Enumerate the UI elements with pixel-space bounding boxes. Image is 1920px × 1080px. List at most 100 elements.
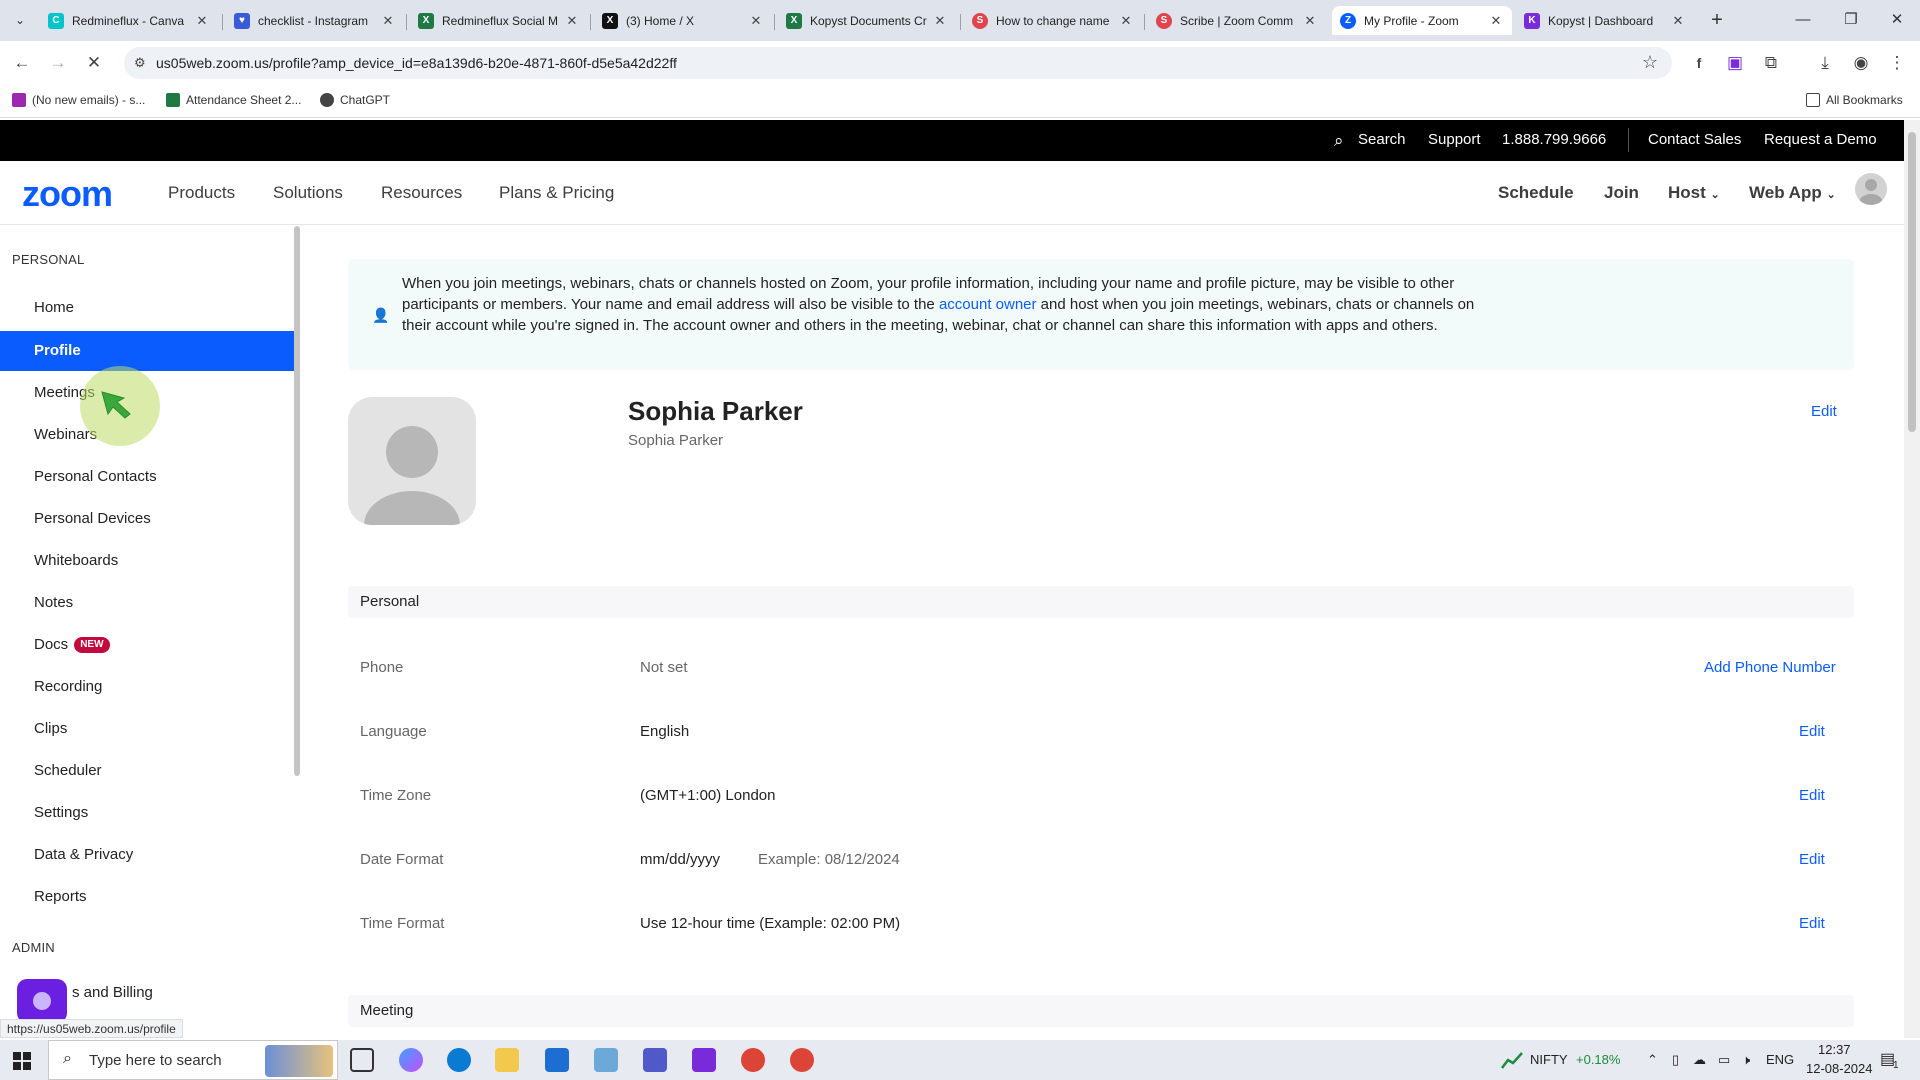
edit-language-button[interactable]: Edit <box>1799 723 1825 740</box>
minimize-icon[interactable]: — <box>1780 6 1826 34</box>
browser-tab[interactable]: X (3) Home / X ✕ <box>594 6 772 35</box>
meet-now-icon[interactable]: ▯ <box>1672 1052 1679 1068</box>
nifty-label[interactable]: NIFTY <box>1530 1052 1568 1067</box>
zoom-logo[interactable]: zoom <box>22 173 113 215</box>
close-tab-icon[interactable]: ✕ <box>748 13 764 29</box>
app-icon[interactable] <box>594 1048 618 1072</box>
browser-tab[interactable]: ♥ checklist - Instagram ✕ <box>226 6 404 35</box>
close-tab-icon[interactable]: ✕ <box>1118 13 1134 29</box>
sidebar-item-notes[interactable]: Notes <box>0 583 294 623</box>
site-info-icon[interactable]: ⚙ <box>134 55 150 71</box>
nav-solutions[interactable]: Solutions <box>273 183 343 203</box>
sidebar-item-whiteboards[interactable]: Whiteboards <box>0 541 294 581</box>
sidebar-item-settings[interactable]: Settings <box>0 793 294 833</box>
sidebar-item-home[interactable]: Home <box>0 288 294 328</box>
close-window-icon[interactable]: ✕ <box>1874 6 1920 34</box>
close-tab-icon[interactable]: ✕ <box>194 13 210 29</box>
sidebar-item-scheduler[interactable]: Scheduler <box>0 751 294 791</box>
browser-tab[interactable]: K Kopyst | Dashboard ✕ <box>1516 6 1694 35</box>
support-link[interactable]: Support <box>1428 131 1481 148</box>
request-demo-link[interactable]: Request a Demo <box>1764 131 1877 148</box>
forward-icon[interactable]: → <box>44 49 72 77</box>
nav-products[interactable]: Products <box>168 183 235 203</box>
chrome-icon[interactable] <box>741 1048 765 1072</box>
restore-icon[interactable]: ❐ <box>1828 6 1874 34</box>
close-tab-icon[interactable]: ✕ <box>1670 13 1686 29</box>
user-avatar[interactable] <box>1855 173 1887 205</box>
sidebar-item-clips[interactable]: Clips <box>0 709 294 749</box>
stop-loading-icon[interactable]: ✕ <box>80 49 108 77</box>
sidebar-item-recording[interactable]: Recording <box>0 667 294 707</box>
account-owner-link[interactable]: account owner <box>939 296 1037 313</box>
address-bar[interactable]: ⚙ us05web.zoom.us/profile?amp_device_id=… <box>124 47 1672 79</box>
edge-icon[interactable] <box>447 1048 471 1072</box>
search-icon[interactable]: ⌕ <box>1334 131 1344 151</box>
chevron-up-icon[interactable]: ⌃ <box>1647 1052 1658 1068</box>
profile-picture[interactable] <box>348 397 476 525</box>
scrollbar-thumb[interactable] <box>1908 132 1916 432</box>
browser-tab-active[interactable]: Z My Profile - Zoom ✕ <box>1332 6 1512 35</box>
file-explorer-icon[interactable] <box>495 1048 519 1072</box>
extensions-puzzle-icon[interactable]: ⧉ <box>1757 49 1785 77</box>
close-tab-icon[interactable]: ✕ <box>380 13 396 29</box>
back-icon[interactable]: ← <box>8 49 36 77</box>
add-phone-button[interactable]: Add Phone Number <box>1704 659 1836 676</box>
extension-f-icon[interactable]: f <box>1685 49 1713 77</box>
sidebar-item-personal-devices[interactable]: Personal Devices <box>0 499 294 539</box>
browser-tab[interactable]: X Redmineflux Social M ✕ <box>410 6 588 35</box>
bookmark-item[interactable]: ChatGPT <box>320 93 390 107</box>
bookmark-star-icon[interactable]: ☆ <box>1642 52 1658 73</box>
bookmark-item[interactable]: (No new emails) - s... <box>12 93 145 107</box>
nav-plans-pricing[interactable]: Plans & Pricing <box>499 183 614 203</box>
onedrive-icon[interactable]: ☁ <box>1693 1052 1706 1068</box>
chrome-icon[interactable] <box>790 1048 814 1072</box>
close-tab-icon[interactable]: ✕ <box>1488 13 1504 29</box>
address-url[interactable]: us05web.zoom.us/profile?amp_device_id=e8… <box>156 55 677 71</box>
copilot-icon[interactable] <box>399 1048 423 1072</box>
profile-avatar-icon[interactable]: ◉ <box>1847 49 1875 77</box>
kopyst-icon[interactable] <box>692 1048 716 1072</box>
host-menu[interactable]: Host ⌄ <box>1668 183 1720 203</box>
speaker-muted-icon[interactable]: 🕨 <box>1742 1052 1750 1068</box>
bookmark-item[interactable]: Attendance Sheet 2... <box>166 93 301 107</box>
new-tab-icon[interactable]: + <box>1703 7 1731 35</box>
browser-tab[interactable]: S How to change name ✕ <box>964 6 1142 35</box>
schedule-link[interactable]: Schedule <box>1498 183 1574 203</box>
browser-tab[interactable]: X Kopyst Documents Cr ✕ <box>778 6 956 35</box>
tab-search-menu-icon[interactable]: ⌄ <box>8 8 32 32</box>
clock-date[interactable]: 12-08-2024 <box>1806 1061 1873 1076</box>
chat-widget-button[interactable] <box>17 979 67 1023</box>
contact-sales-link[interactable]: Contact Sales <box>1648 131 1741 148</box>
teams-icon[interactable] <box>643 1048 667 1072</box>
kopyst-extension-icon[interactable]: ▣ <box>1721 49 1749 77</box>
all-bookmarks[interactable]: All Bookmarks <box>1806 93 1903 107</box>
join-link[interactable]: Join <box>1604 183 1639 203</box>
close-tab-icon[interactable]: ✕ <box>1302 13 1318 29</box>
browser-menu-icon[interactable]: ⋮ <box>1883 49 1911 77</box>
edit-time-format-button[interactable]: Edit <box>1799 915 1825 932</box>
close-tab-icon[interactable]: ✕ <box>564 13 580 29</box>
sidebar-item-personal-contacts[interactable]: Personal Contacts <box>0 457 294 497</box>
taskbar-search-box[interactable]: ⌕ Type here to search <box>48 1040 338 1080</box>
clock-time[interactable]: 12:37 <box>1818 1042 1851 1057</box>
edit-timezone-button[interactable]: Edit <box>1799 787 1825 804</box>
sidebar-scrollbar[interactable] <box>294 226 300 776</box>
language-indicator[interactable]: ENG <box>1766 1052 1794 1067</box>
edit-date-format-button[interactable]: Edit <box>1799 851 1825 868</box>
windows-start-icon[interactable] <box>13 1052 31 1070</box>
browser-tab[interactable]: C Redmineflux - Canva ✕ <box>40 6 218 35</box>
sidebar-item-profile[interactable]: Profile <box>0 331 294 371</box>
sidebar-item-docs[interactable]: Docs NEW <box>0 625 294 665</box>
web-app-menu[interactable]: Web App ⌄ <box>1749 183 1836 203</box>
sidebar-item-reports[interactable]: Reports <box>0 877 294 917</box>
sidebar-item-data-privacy[interactable]: Data & Privacy <box>0 835 294 875</box>
phone-link[interactable]: 1.888.799.9666 <box>1502 131 1606 148</box>
task-view-icon[interactable] <box>350 1048 374 1072</box>
close-tab-icon[interactable]: ✕ <box>932 13 948 29</box>
search-link[interactable]: Search <box>1358 131 1406 148</box>
mail-icon[interactable] <box>545 1048 569 1072</box>
edit-profile-button[interactable]: Edit <box>1811 403 1837 420</box>
downloads-icon[interactable]: ⤓ <box>1811 49 1839 77</box>
page-scrollbar[interactable] <box>1904 120 1920 1038</box>
network-icon[interactable]: ▭ <box>1718 1052 1730 1068</box>
